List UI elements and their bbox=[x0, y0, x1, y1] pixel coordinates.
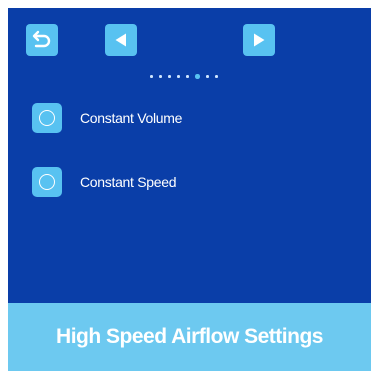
triangle-left-icon bbox=[115, 33, 126, 47]
page-dot bbox=[159, 75, 162, 78]
page-dot bbox=[150, 75, 153, 78]
option-label: Constant Speed bbox=[80, 174, 177, 190]
triangle-right-icon bbox=[254, 33, 265, 47]
page-dot bbox=[177, 75, 180, 78]
footer-bar: High Speed Airflow Settings bbox=[8, 303, 371, 371]
screen-panel: Constant Volume Constant Speed High Spee… bbox=[8, 8, 371, 371]
page-indicator bbox=[150, 74, 218, 79]
return-arrow-icon bbox=[32, 30, 51, 48]
page-title: High Speed Airflow Settings bbox=[56, 325, 323, 348]
previous-page-button[interactable] bbox=[105, 24, 137, 56]
page-dot bbox=[215, 75, 218, 78]
page-dot-active bbox=[195, 74, 200, 79]
option-constant-speed[interactable]: Constant Speed bbox=[32, 167, 177, 197]
radio-unselected-icon bbox=[39, 110, 55, 126]
page-dot bbox=[168, 75, 171, 78]
page-dot bbox=[206, 75, 209, 78]
radio-unselected-icon bbox=[39, 174, 55, 190]
back-button[interactable] bbox=[26, 24, 58, 56]
next-page-button[interactable] bbox=[243, 24, 275, 56]
option-constant-volume[interactable]: Constant Volume bbox=[32, 103, 182, 133]
radio-button[interactable] bbox=[32, 103, 62, 133]
option-label: Constant Volume bbox=[80, 110, 183, 126]
page-dot bbox=[186, 75, 189, 78]
radio-button[interactable] bbox=[32, 167, 62, 197]
